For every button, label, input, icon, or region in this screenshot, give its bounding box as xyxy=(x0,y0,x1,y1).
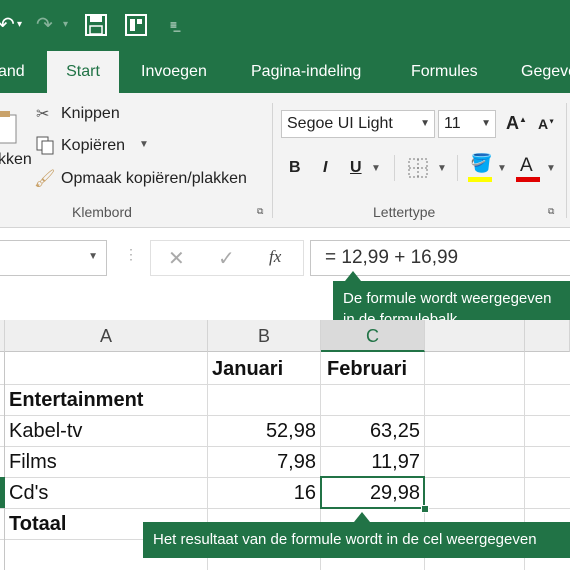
grow-font-label: A xyxy=(506,113,519,133)
format-painter-icon[interactable]: 🖌 xyxy=(34,169,56,189)
column-header-a[interactable]: A xyxy=(5,320,208,352)
fill-color-bar xyxy=(468,177,492,182)
column-header-e[interactable] xyxy=(525,320,570,352)
title-bar: ↶ ▾ ↷ ▾ ≡̲ xyxy=(0,0,570,51)
cell-b-films[interactable]: 7,98 xyxy=(208,447,316,477)
shrink-font-label: A xyxy=(538,116,549,132)
font-group-label: Lettertype xyxy=(373,204,436,220)
divider xyxy=(457,155,458,181)
ribbon: kken ✂ Knippen Kopiëren ▼ 🖌 Opmaak kopië… xyxy=(0,93,570,228)
fill-color-icon[interactable]: 🪣 xyxy=(470,153,492,174)
font-name-value: Segoe UI Light xyxy=(287,115,393,132)
fill-handle[interactable] xyxy=(421,505,429,513)
fill-color-dropdown-icon[interactable]: ▼ xyxy=(497,163,507,174)
active-row-indicator xyxy=(0,477,5,508)
copy-button[interactable]: Kopiëren xyxy=(61,137,125,155)
cell-a-entertainment[interactable]: Entertainment xyxy=(9,385,143,415)
cell-c-cds[interactable]: 29,98 xyxy=(321,478,420,508)
font-name-combobox[interactable]: Segoe UI Light ▼ xyxy=(281,110,435,138)
formula-callout-line1: De formule wordt weergegeven xyxy=(343,290,552,307)
column-header-d[interactable] xyxy=(425,320,525,352)
divider xyxy=(394,155,395,181)
formula-bar-grip-icon: ⋮ xyxy=(124,246,138,262)
clipboard-group-label: Klembord xyxy=(72,204,132,220)
cell-c-header[interactable]: Februari xyxy=(327,354,407,384)
undo-icon[interactable]: ↶ xyxy=(0,10,15,40)
group-divider xyxy=(272,103,273,218)
tab-formules[interactable]: Formules xyxy=(411,51,478,93)
cell-a-cds[interactable]: Cd's xyxy=(9,478,48,508)
cell-c-kabel[interactable]: 63,25 xyxy=(321,416,420,446)
row-gridline xyxy=(0,508,570,509)
underline-dropdown-icon[interactable]: ▼ xyxy=(371,163,381,174)
format-painter-button[interactable]: Opmaak kopiëren/plakken xyxy=(61,170,247,188)
cell-a-kabel[interactable]: Kabel-tv xyxy=(9,416,82,446)
callout-arrow xyxy=(345,271,361,281)
cell-b-cds[interactable]: 16 xyxy=(208,478,316,508)
confirm-icon[interactable]: ✓ xyxy=(218,246,235,271)
tab-gegevens[interactable]: Gegeve xyxy=(521,51,570,93)
cell-a-films[interactable]: Films xyxy=(9,447,57,477)
callout-arrow xyxy=(354,512,370,522)
font-color-dropdown-icon[interactable]: ▼ xyxy=(546,163,556,174)
shrink-font-button[interactable]: A▼ xyxy=(538,116,555,132)
tab-pagina-indeling[interactable]: Pagina-indeling xyxy=(251,51,361,93)
redo-dropdown-icon: ▾ xyxy=(63,19,69,30)
chevron-down-icon[interactable]: ▼ xyxy=(420,111,430,137)
clipboard-dialog-launcher-icon[interactable]: ⧉ xyxy=(257,206,263,217)
cell-b-kabel[interactable]: 52,98 xyxy=(208,416,316,446)
paste-label[interactable]: kken xyxy=(0,151,32,169)
borders-icon[interactable] xyxy=(408,158,428,178)
cell-c-films[interactable]: 11,97 xyxy=(321,447,420,477)
font-color-bar xyxy=(516,177,540,182)
undo-dropdown-icon[interactable]: ▾ xyxy=(17,10,22,40)
row-header-edge xyxy=(4,352,5,570)
chevron-down-icon[interactable]: ▼ xyxy=(481,111,491,137)
cell-a-totaal[interactable]: Totaal xyxy=(9,509,66,539)
touch-mode-icon[interactable] xyxy=(125,14,147,36)
cut-button[interactable]: Knippen xyxy=(61,105,120,123)
tab-bestand[interactable]: and xyxy=(0,51,25,93)
customize-toolbar-icon[interactable]: ≡̲ xyxy=(170,10,177,40)
font-dialog-launcher-icon[interactable]: ⧉ xyxy=(548,206,554,217)
column-header-c[interactable]: C xyxy=(321,320,425,352)
tab-invoegen[interactable]: Invoegen xyxy=(141,51,207,93)
formula-text: = 12,99 + 16,99 xyxy=(325,247,459,268)
column-header-b[interactable]: B xyxy=(208,320,321,352)
bold-button[interactable]: B xyxy=(289,159,301,177)
cell-b-header[interactable]: Januari xyxy=(212,354,283,384)
grow-font-button[interactable]: A▲ xyxy=(506,113,527,134)
italic-button[interactable]: I xyxy=(323,159,327,177)
redo-icon: ↷ xyxy=(36,14,53,36)
result-callout: Het resultaat van de formule wordt in de… xyxy=(143,522,570,558)
save-icon[interactable] xyxy=(85,14,107,36)
name-box[interactable]: ▼ xyxy=(0,240,107,276)
formula-bar-area: ▼ ⋮ ✕ ✓ fx = 12,99 + 16,99 De formule wo… xyxy=(0,228,570,338)
ribbon-tabs: and Start Invoegen Pagina-indeling Formu… xyxy=(0,51,570,93)
scissors-icon[interactable]: ✂ xyxy=(36,104,49,124)
font-color-button[interactable]: A xyxy=(520,155,533,177)
paste-icon[interactable] xyxy=(0,111,18,145)
group-divider xyxy=(566,103,567,218)
borders-dropdown-icon[interactable]: ▼ xyxy=(437,163,447,174)
tab-start[interactable]: Start xyxy=(47,51,119,93)
cancel-icon[interactable]: ✕ xyxy=(168,246,185,271)
font-size-value: 11 xyxy=(444,115,461,132)
underline-button[interactable]: U xyxy=(350,159,362,177)
copy-icon[interactable] xyxy=(36,136,56,156)
copy-dropdown-icon[interactable]: ▼ xyxy=(139,139,149,150)
font-size-combobox[interactable]: 11 ▼ xyxy=(438,110,496,138)
chevron-down-icon[interactable]: ▼ xyxy=(88,251,98,262)
insert-function-button[interactable]: fx xyxy=(269,247,281,267)
